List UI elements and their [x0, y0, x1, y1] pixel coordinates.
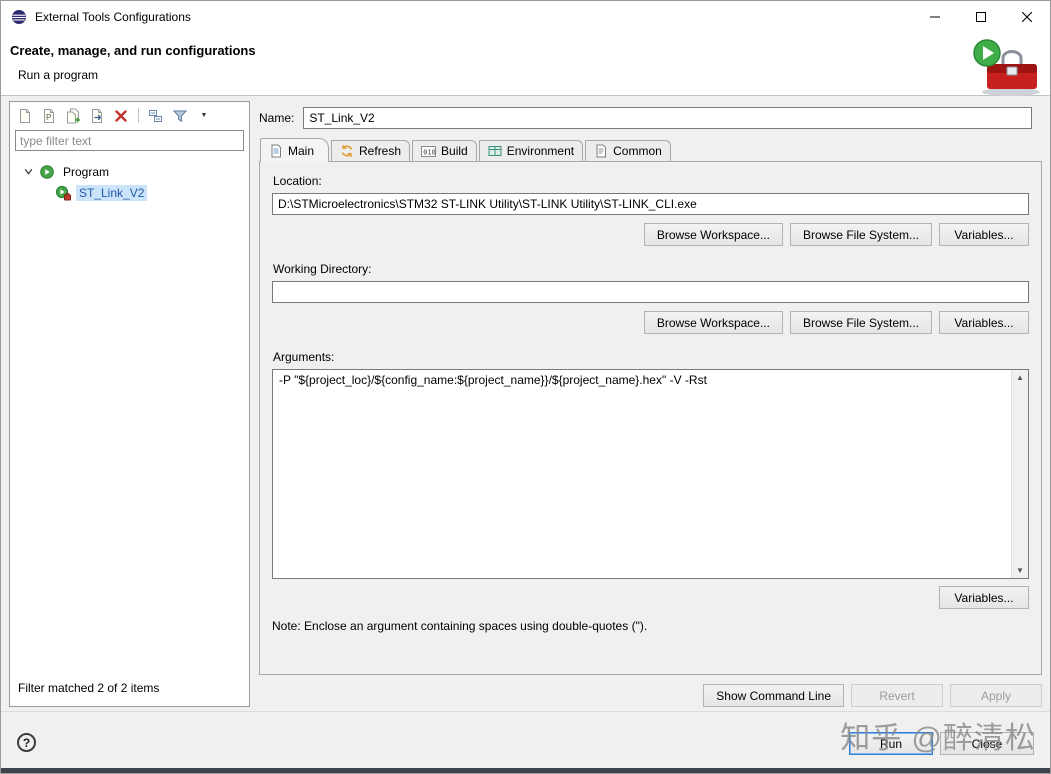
- config-actions: Show Command Line Revert Apply: [259, 684, 1042, 707]
- tab-bar: Main Refresh 010 Build: [259, 138, 1042, 161]
- name-row: Name:: [259, 107, 1042, 129]
- program-type-icon: [39, 164, 55, 180]
- arguments-variables-button[interactable]: Variables...: [939, 586, 1029, 609]
- duplicate-button[interactable]: [64, 107, 82, 124]
- new-prototype-button[interactable]: P: [40, 107, 58, 124]
- environment-tab-icon: [488, 144, 502, 158]
- close-button[interactable]: [1004, 1, 1050, 33]
- tree-item-label: ST_Link_V2: [76, 185, 147, 201]
- name-input[interactable]: [303, 107, 1032, 129]
- help-icon: ?: [23, 736, 30, 750]
- bottom-border: [1, 768, 1050, 773]
- arguments-text[interactable]: -P "${project_loc}/${config_name:${proje…: [273, 370, 1010, 578]
- tree-item-stlink-v2[interactable]: ST_Link_V2: [10, 182, 249, 203]
- help-button[interactable]: ?: [17, 733, 36, 752]
- duplicate-icon: [65, 108, 81, 124]
- working-directory-buttons: Browse Workspace... Browse File System..…: [272, 311, 1029, 334]
- show-command-line-button[interactable]: Show Command Line: [703, 684, 844, 707]
- filter-status: Filter matched 2 of 2 items: [10, 675, 249, 706]
- scroll-down-icon[interactable]: ▼: [1012, 563, 1028, 578]
- app-icon: [11, 9, 27, 25]
- tab-label: Common: [613, 144, 662, 158]
- workdir-variables-button[interactable]: Variables...: [939, 311, 1029, 334]
- minimize-icon: [930, 12, 940, 22]
- location-label: Location:: [273, 174, 1029, 188]
- tab-label: Environment: [507, 144, 574, 158]
- location-browse-workspace-button[interactable]: Browse Workspace...: [644, 223, 783, 246]
- tree-item-label: Program: [60, 164, 112, 180]
- filter-input[interactable]: [15, 130, 244, 151]
- refresh-tab-icon: [340, 144, 354, 158]
- expander-icon[interactable]: [23, 166, 34, 177]
- view-menu-button[interactable]: ▼: [195, 107, 213, 124]
- config-editor: Name: Main Refresh: [259, 101, 1042, 707]
- launch-config-icon: [55, 185, 71, 201]
- workdir-browse-workspace-button[interactable]: Browse Workspace...: [644, 311, 783, 334]
- toolbox-icon: [969, 36, 1045, 98]
- scroll-up-icon[interactable]: ▲: [1012, 370, 1028, 385]
- main-tab-icon: [269, 144, 283, 158]
- toolbar-separator: [138, 108, 139, 123]
- tab-label: Build: [441, 144, 468, 158]
- arguments-buttons: Variables...: [272, 586, 1029, 609]
- tab-main[interactable]: Main: [260, 138, 329, 162]
- export-button[interactable]: [88, 107, 106, 124]
- arguments-label: Arguments:: [273, 350, 1029, 364]
- collapse-all-icon: [148, 108, 164, 124]
- tree-item-program[interactable]: Program: [10, 161, 249, 182]
- build-tab-icon: 010: [421, 145, 436, 158]
- banner-subtitle: Run a program: [18, 68, 1050, 82]
- configurations-tree: Program ST_Link_V2: [10, 151, 249, 675]
- arguments-scrollbar[interactable]: ▲ ▼: [1011, 370, 1028, 578]
- tab-label: Main: [288, 144, 314, 158]
- common-tab-icon: [594, 144, 608, 158]
- close-dialog-button[interactable]: Close: [940, 732, 1034, 755]
- location-input[interactable]: [272, 193, 1029, 215]
- tab-refresh[interactable]: Refresh: [331, 140, 410, 161]
- workdir-browse-filesystem-button[interactable]: Browse File System...: [790, 311, 932, 334]
- sidebar-toolbar: P ▼: [10, 102, 249, 128]
- location-variables-button[interactable]: Variables...: [939, 223, 1029, 246]
- main-tab-content: Location: Browse Workspace... Browse Fil…: [259, 161, 1042, 675]
- menu-dropdown-icon: ▼: [201, 112, 208, 119]
- new-configuration-icon: [17, 108, 33, 124]
- new-prototype-icon: P: [41, 108, 57, 124]
- maximize-icon: [976, 12, 986, 22]
- new-configuration-button[interactable]: [16, 107, 34, 124]
- window-title: External Tools Configurations: [35, 10, 191, 24]
- delete-icon: [113, 108, 129, 124]
- titlebar: External Tools Configurations: [1, 1, 1050, 33]
- window-controls: [912, 1, 1050, 33]
- close-icon: [1022, 12, 1032, 22]
- working-directory-label: Working Directory:: [273, 262, 1029, 276]
- tab-common[interactable]: Common: [585, 140, 671, 161]
- revert-button[interactable]: Revert: [851, 684, 943, 707]
- export-icon: [89, 108, 105, 124]
- dialog-footer: ? Run Close: [1, 711, 1050, 773]
- filter-button[interactable]: [171, 107, 189, 124]
- dialog-body: P ▼: [1, 96, 1050, 711]
- minimize-button[interactable]: [912, 1, 958, 33]
- arguments-note: Note: Enclose an argument containing spa…: [272, 619, 1029, 633]
- location-browse-filesystem-button[interactable]: Browse File System...: [790, 223, 932, 246]
- apply-button[interactable]: Apply: [950, 684, 1042, 707]
- external-tools-dialog: External Tools Configurations Create, ma…: [0, 0, 1051, 774]
- location-buttons: Browse Workspace... Browse File System..…: [272, 223, 1029, 246]
- name-label: Name:: [259, 111, 294, 125]
- run-button[interactable]: Run: [849, 732, 933, 755]
- collapse-all-button[interactable]: [147, 107, 165, 124]
- tab-environment[interactable]: Environment: [479, 140, 583, 161]
- arguments-textarea[interactable]: -P "${project_loc}/${config_name:${proje…: [272, 369, 1029, 579]
- svg-text:010: 010: [423, 148, 436, 156]
- tab-build[interactable]: 010 Build: [412, 140, 477, 161]
- tab-label: Refresh: [359, 144, 401, 158]
- svg-text:P: P: [46, 113, 51, 122]
- working-directory-input[interactable]: [272, 281, 1029, 303]
- filter-icon: [172, 108, 188, 124]
- delete-button[interactable]: [112, 107, 130, 124]
- configurations-sidebar: P ▼: [9, 101, 250, 707]
- banner: Create, manage, and run configurations R…: [1, 33, 1050, 96]
- banner-title: Create, manage, and run configurations: [10, 43, 1050, 58]
- maximize-button[interactable]: [958, 1, 1004, 33]
